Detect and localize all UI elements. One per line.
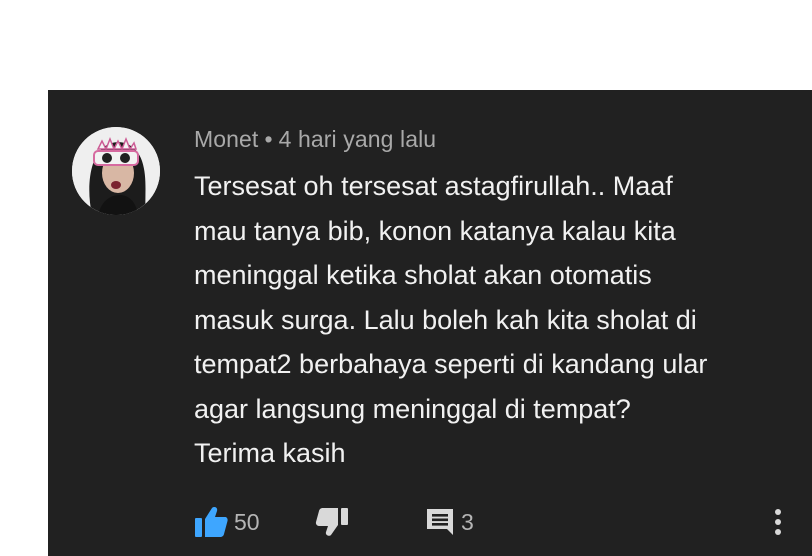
comment-text-line: mau tanya bib, konon katanya kalau kita <box>194 215 676 246</box>
like-count: 50 <box>234 508 260 535</box>
reply-count: 3 <box>461 508 474 535</box>
comment-text-line: meninggal ketika sholat akan otomatis <box>194 260 652 290</box>
thumbs-up-icon <box>195 507 228 537</box>
comment-text-line: agar langsung meninggal di tempat? <box>194 393 631 424</box>
reply-button[interactable]: 3 <box>425 504 474 540</box>
comment-text: Tersesat oh tersesat astagfirullah.. Maa… <box>194 164 794 476</box>
timestamp[interactable]: 4 hari yang lalu <box>279 126 437 152</box>
comment-text-line: tempat2 berbahaya seperti di kandang ula… <box>194 349 708 379</box>
screenshot-page: Monet • 4 hari yang lalu Tersesat oh terse… <box>0 0 812 556</box>
more-vertical-icon <box>775 509 781 535</box>
author-name[interactable]: Monet <box>194 126 258 152</box>
dislike-button[interactable] <box>315 504 349 540</box>
avatar-image <box>72 127 160 215</box>
comment-actions-bar: 50 3 <box>48 498 812 544</box>
more-options-button[interactable] <box>768 504 788 540</box>
avatar[interactable] <box>72 127 160 215</box>
thumbs-down-icon <box>315 508 348 536</box>
like-button[interactable]: 50 <box>194 504 260 540</box>
comment-text-line: masuk surga. Lalu boleh kah kita sholat … <box>194 304 697 335</box>
comment-text-line: Tersesat oh tersesat astagfirullah.. Maa… <box>194 171 673 201</box>
comment-text-line: Terima kasih <box>194 438 346 468</box>
comment-card: Monet • 4 hari yang lalu Tersesat oh terse… <box>48 90 812 556</box>
separator-dot: • <box>264 126 273 152</box>
comment-header: Monet • 4 hari yang lalu <box>194 126 436 153</box>
comment-icon <box>427 509 453 535</box>
